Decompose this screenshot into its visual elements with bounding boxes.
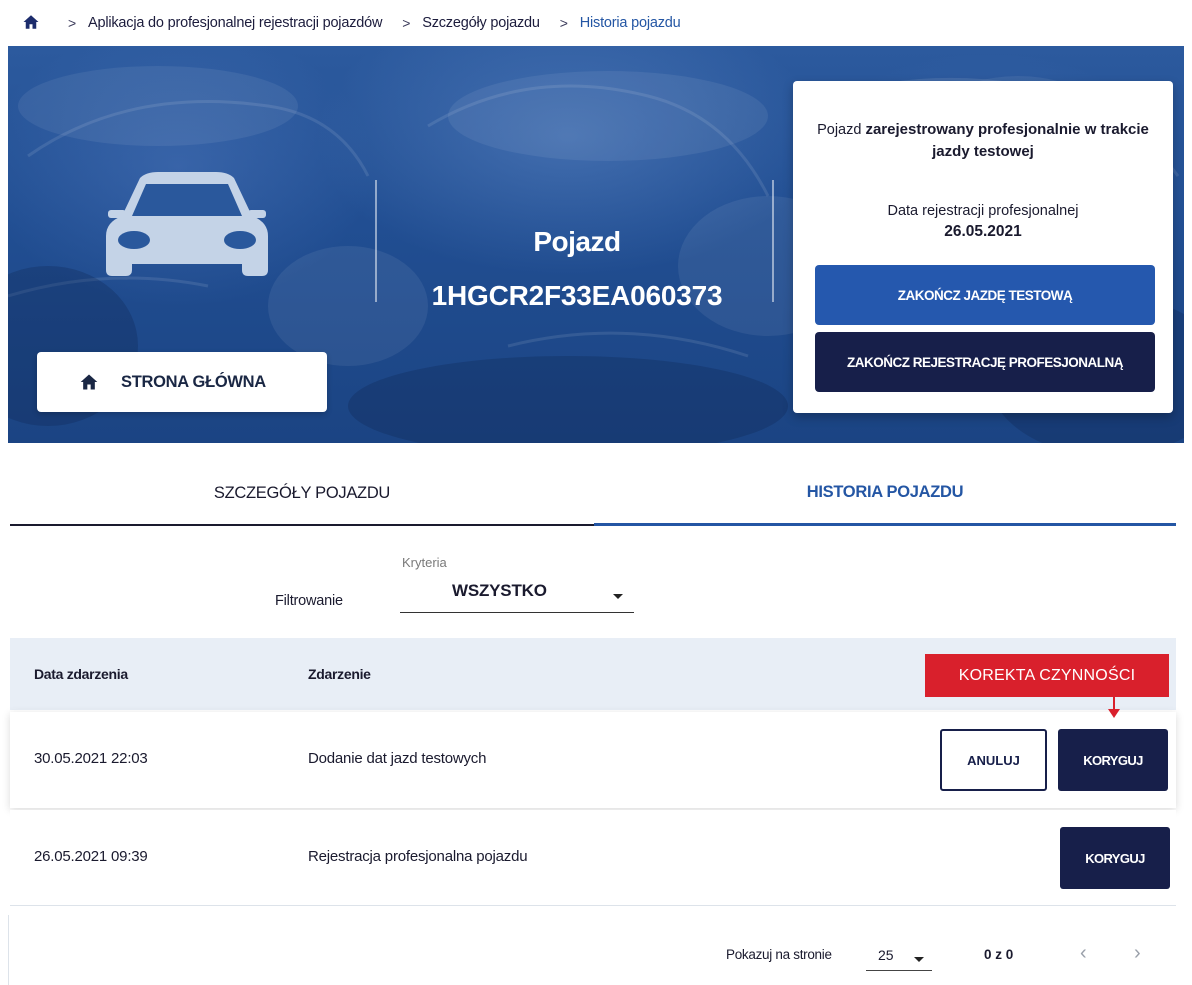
correction-callout: KOREKTA CZYNNOŚCI bbox=[925, 654, 1169, 697]
column-header-event: Zdarzenie bbox=[308, 666, 371, 682]
column-header-date: Data zdarzenia bbox=[34, 666, 128, 682]
correct-button[interactable]: KORYGUJ bbox=[1058, 729, 1168, 791]
end-professional-registration-button[interactable]: ZAKOŃCZ REJESTRACJĘ PROFESJONALNĄ bbox=[815, 332, 1155, 392]
event-name: Rejestracja profesjonalna pojazdu bbox=[308, 848, 528, 865]
vehicle-vin: 1HGCR2F33EA060373 bbox=[431, 280, 723, 311]
chevron-left-icon[interactable]: ‹ bbox=[1080, 942, 1087, 965]
status-prefix: Pojazd bbox=[817, 122, 866, 138]
divider bbox=[375, 180, 377, 302]
registration-status: Pojazd zarejestrowany profesjonalnie w t… bbox=[813, 119, 1153, 163]
chevron-right-icon: > bbox=[68, 15, 76, 31]
table-row: 26.05.2021 09:39 Rejestracja profesjonal… bbox=[10, 810, 1176, 906]
breadcrumb: > Aplikacja do profesjonalnej rejestracj… bbox=[0, 0, 1192, 46]
criteria-selected-value: WSZYSTKO bbox=[452, 581, 547, 600]
caret-down-icon bbox=[613, 594, 623, 599]
select-underline bbox=[866, 970, 932, 971]
car-icon bbox=[106, 172, 268, 276]
correct-button[interactable]: KORYGUJ bbox=[1060, 827, 1170, 889]
event-name: Dodanie dat jazd testowych bbox=[308, 750, 487, 767]
caret-down-icon bbox=[914, 957, 924, 962]
tabs: SZCZEGÓŁY POJAZDU HISTORIA POJAZDU bbox=[10, 462, 1176, 528]
arrow-down-icon bbox=[1108, 709, 1120, 718]
registration-date-label: Data rejestracji profesjonalnej bbox=[887, 203, 1079, 219]
per-page-select[interactable]: 25 bbox=[866, 940, 932, 971]
criteria-label: Kryteria bbox=[402, 555, 447, 570]
status-card: Pojazd zarejestrowany profesjonalnie w t… bbox=[793, 81, 1173, 413]
chevron-right-icon[interactable]: › bbox=[1134, 942, 1141, 965]
criteria-select[interactable]: WSZYSTKO bbox=[400, 575, 634, 613]
filter-label: Filtrowanie bbox=[275, 593, 343, 609]
divider bbox=[8, 915, 9, 985]
vehicle-title: Pojazd 1HGCR2F33EA060373 bbox=[380, 226, 774, 312]
registration-date: 26.05.2021 bbox=[944, 223, 1022, 240]
event-date: 30.05.2021 22:03 bbox=[34, 750, 148, 767]
status-value: zarejestrowany profesjonalnie w trakcie … bbox=[865, 121, 1149, 160]
per-page-value: 25 bbox=[878, 947, 894, 963]
cancel-button[interactable]: ANULUJ bbox=[940, 729, 1047, 791]
table-row: 30.05.2021 22:03 Dodanie dat jazd testow… bbox=[10, 712, 1176, 808]
page-range: 0 z 0 bbox=[984, 947, 1014, 962]
breadcrumb-vehicle-details[interactable]: Szczegóły pojazdu bbox=[422, 15, 540, 31]
chevron-right-icon: > bbox=[559, 15, 568, 31]
breadcrumb-vehicle-history: Historia pojazdu bbox=[579, 15, 681, 31]
per-page-label: Pokazuj na stronie bbox=[726, 947, 832, 962]
home-button[interactable]: STRONA GŁÓWNA bbox=[37, 352, 327, 412]
home-icon bbox=[80, 374, 98, 390]
home-button-label: STRONA GŁÓWNA bbox=[121, 372, 266, 391]
vehicle-hero-banner: STRONA GŁÓWNA Pojazd 1HGCR2F33EA060373 P… bbox=[8, 46, 1184, 443]
end-test-drive-button[interactable]: ZAKOŃCZ JAZDĘ TESTOWĄ bbox=[815, 265, 1155, 325]
event-date: 26.05.2021 09:39 bbox=[34, 848, 148, 865]
breadcrumb-app[interactable]: Aplikacja do profesjonalnej rejestracji … bbox=[88, 15, 382, 31]
tab-vehicle-history[interactable]: HISTORIA POJAZDU bbox=[594, 462, 1176, 526]
vehicle-label: Pojazd bbox=[533, 226, 621, 257]
chevron-right-icon: > bbox=[402, 15, 411, 31]
home-icon[interactable] bbox=[22, 13, 42, 33]
tab-vehicle-details[interactable]: SZCZEGÓŁY POJAZDU bbox=[10, 462, 594, 526]
